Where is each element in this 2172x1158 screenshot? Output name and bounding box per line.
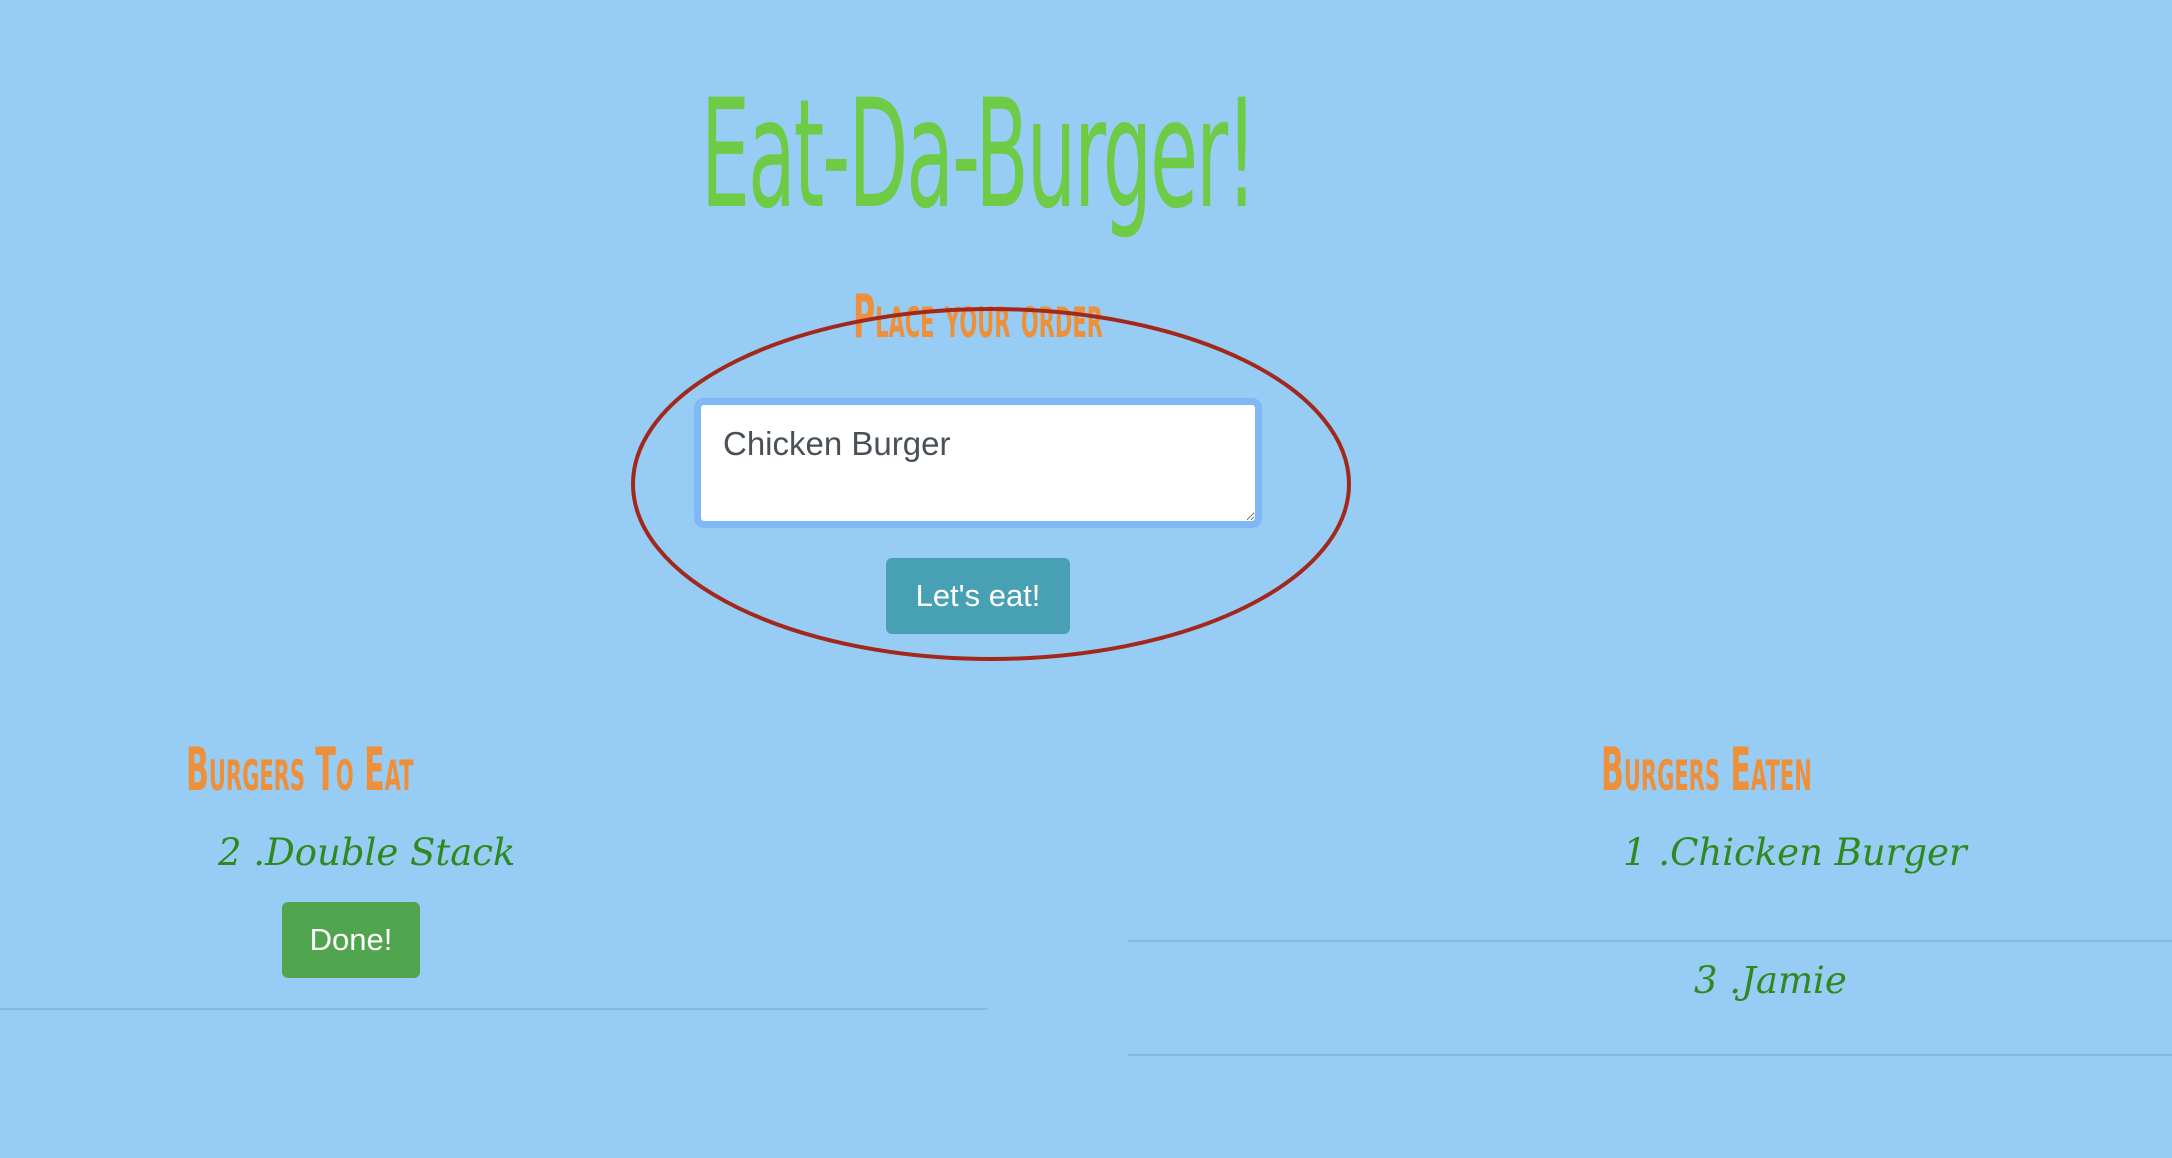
list-item: 2 .Double Stack Done! (0, 828, 988, 1010)
to-eat-list: 2 .Double Stack Done! (0, 828, 988, 1010)
eaten-heading: Burgers Eaten (1601, 735, 1812, 805)
list-item: 1 .Chicken Burger (1128, 828, 2172, 942)
burger-label: 3 .Jamie (1694, 959, 1847, 1002)
done-button[interactable]: Done! (282, 902, 420, 978)
page-title: Eat-Da-Burger! (700, 68, 1257, 242)
lets-eat-button[interactable]: Let's eat! (886, 558, 1070, 634)
page: Eat-Da-Burger! Place your order Chicken … (0, 0, 2172, 1158)
order-subtitle: Place your order (853, 282, 1103, 352)
order-form: Chicken Burger Let's eat! (0, 398, 1956, 634)
burger-label: 1 .Chicken Burger (1623, 831, 1967, 874)
list-item: 3 .Jamie (1128, 942, 2172, 1056)
eaten-list: 1 .Chicken Burger 3 .Jamie (1128, 828, 2172, 1056)
burger-label: 2 .Double Stack (218, 831, 516, 874)
to-eat-heading: Burgers To Eat (186, 735, 414, 805)
burger-name-input[interactable]: Chicken Burger (694, 398, 1262, 528)
